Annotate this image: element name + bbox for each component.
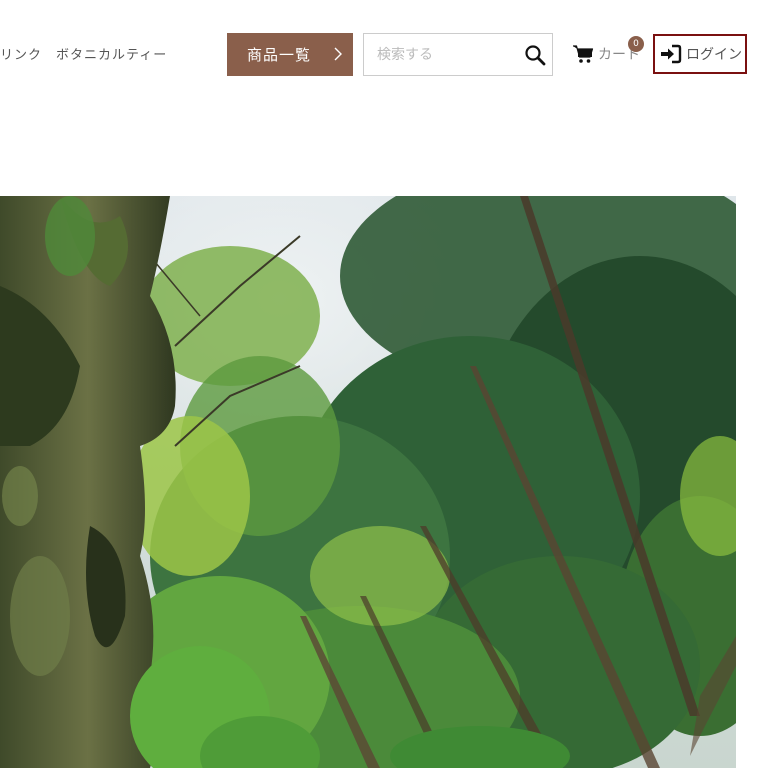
sign-in-icon: [661, 44, 682, 64]
site-header: リンク ボタニカルティー 商品一覧 カート 0 ログイン: [0, 0, 768, 110]
nav-link-drink[interactable]: リンク: [0, 44, 42, 64]
products-list-label: 商品一覧: [247, 46, 312, 64]
login-label: ログイン: [686, 47, 742, 63]
search-icon[interactable]: [524, 44, 546, 66]
cart-count-badge: 0: [628, 36, 644, 52]
products-list-button[interactable]: 商品一覧: [227, 33, 353, 76]
forest-photo: [0, 196, 736, 768]
hero-forest-image: [0, 196, 736, 768]
login-button[interactable]: ログイン: [653, 34, 747, 74]
cart-icon: [573, 45, 594, 63]
search-input[interactable]: [364, 34, 514, 75]
chevron-right-icon: [334, 47, 342, 61]
search-box: [363, 33, 553, 76]
nav-link-botanical-tea[interactable]: ボタニカルティー: [56, 44, 167, 64]
nav-links: リンク ボタニカルティー: [0, 44, 167, 64]
cart-link[interactable]: カート 0: [572, 36, 644, 68]
